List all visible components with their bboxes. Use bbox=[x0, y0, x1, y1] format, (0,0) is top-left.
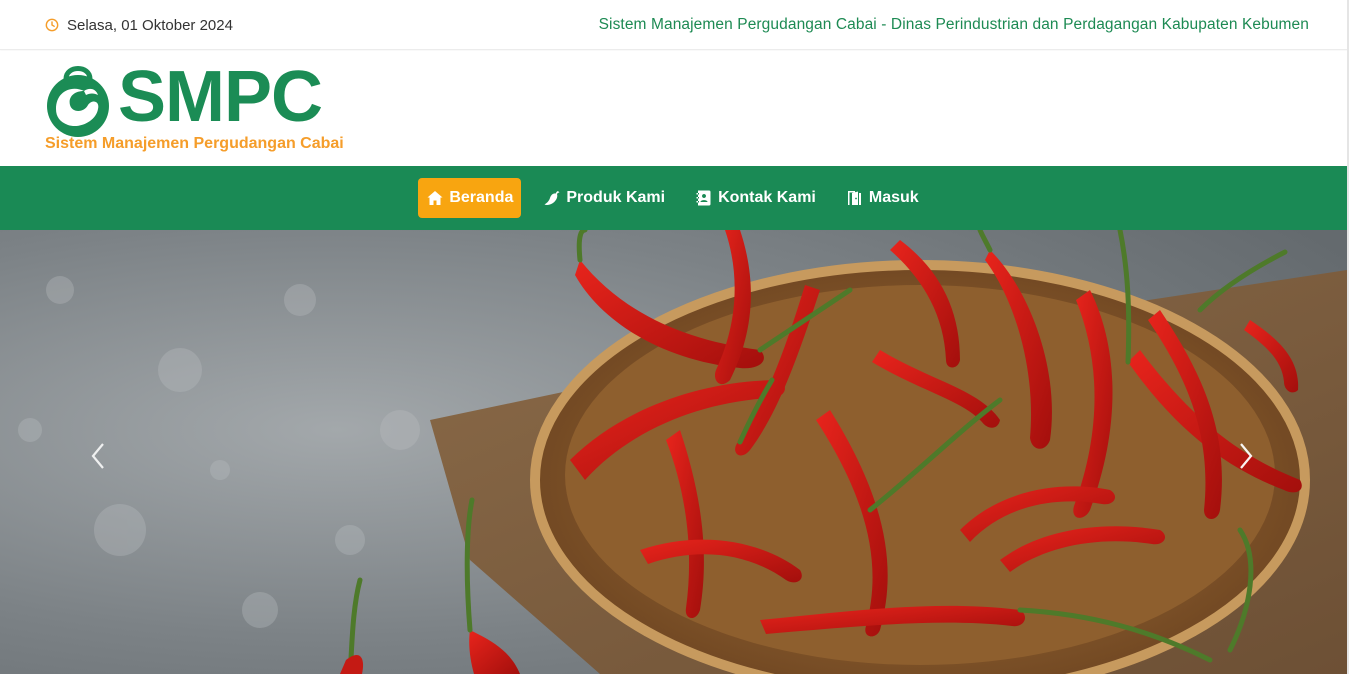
nav-item-label: Beranda bbox=[449, 189, 514, 206]
logo-subtitle: Sistem Manajemen Pergudangan Cabai bbox=[45, 135, 344, 152]
nav-item-label: Produk Kami bbox=[566, 189, 666, 206]
top-bar: Selasa, 01 Oktober 2024 Sistem Manajemen… bbox=[0, 0, 1349, 50]
home-icon bbox=[427, 191, 443, 205]
chevron-left-icon bbox=[91, 443, 104, 469]
chili-bag-logo-icon[interactable] bbox=[44, 59, 112, 137]
main-navigation: Beranda Produk Kami Kontak Kami Masuk bbox=[0, 166, 1347, 230]
chevron-right-icon bbox=[1240, 443, 1253, 469]
chili-icon bbox=[544, 191, 560, 206]
nav-item-beranda[interactable]: Beranda bbox=[418, 178, 522, 218]
site-tagline: Sistem Manajemen Pergudangan Cabai - Din… bbox=[598, 16, 1309, 33]
chili-basket-image bbox=[0, 230, 1347, 674]
logo-wordmark[interactable]: SMPC bbox=[118, 59, 323, 135]
hero-carousel[interactable] bbox=[0, 230, 1347, 674]
door-open-icon bbox=[847, 191, 861, 205]
date-text: Selasa, 01 Oktober 2024 bbox=[67, 16, 233, 34]
nav-item-produk-kami[interactable]: Produk Kami bbox=[535, 178, 673, 218]
nav-item-kontak-kami[interactable]: Kontak Kami bbox=[687, 178, 824, 218]
nav-item-label: Masuk bbox=[868, 189, 919, 206]
nav-item-masuk[interactable]: Masuk bbox=[838, 178, 927, 218]
brand-header: SMPC Sistem Manajemen Pergudangan Cabai bbox=[0, 51, 1349, 166]
current-date: Selasa, 01 Oktober 2024 bbox=[45, 16, 233, 34]
carousel-next-button[interactable] bbox=[1231, 436, 1261, 476]
nav-item-label: Kontak Kami bbox=[718, 189, 816, 206]
carousel-prev-button[interactable] bbox=[83, 436, 113, 476]
clock-icon bbox=[45, 18, 59, 32]
contact-book-icon bbox=[696, 190, 711, 206]
